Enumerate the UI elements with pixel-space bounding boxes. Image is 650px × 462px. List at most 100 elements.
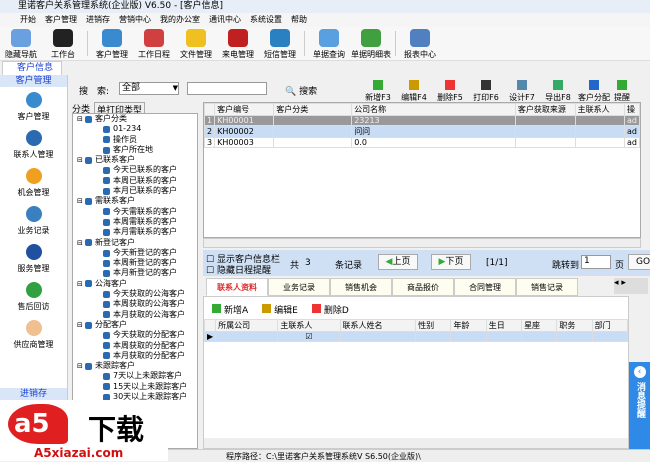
tree-node[interactable]: ⊟ 公海客户 bbox=[73, 279, 197, 289]
sidebar-item[interactable]: 售后回访 bbox=[0, 277, 67, 315]
column-header[interactable] bbox=[203, 103, 216, 116]
tree-node[interactable]: 本月新登记的客户 bbox=[73, 268, 197, 278]
tree-node[interactable]: 本周已联系的客户 bbox=[73, 176, 197, 186]
sidebar-item[interactable]: 业务记录 bbox=[0, 201, 67, 239]
table-row[interactable]: 3 KH00003 0.0 ad bbox=[203, 137, 641, 148]
menu-item[interactable]: 帮助 bbox=[291, 13, 307, 27]
detail-tab[interactable]: 商品报价 bbox=[392, 278, 454, 296]
detail-horizontal-scrollbar[interactable] bbox=[204, 438, 628, 448]
column-header[interactable]: 客户获取来源 bbox=[514, 103, 576, 116]
menu-item[interactable]: 系统设置 bbox=[250, 13, 282, 27]
toolbar-button[interactable]: 来电管理 bbox=[217, 27, 259, 60]
tree-node[interactable]: ⊟ 未跟踪客户 bbox=[73, 361, 197, 371]
tree-node[interactable]: 01-234 bbox=[73, 124, 197, 134]
toolbar-button[interactable]: 单据明细表 bbox=[350, 27, 392, 60]
tree-node[interactable]: 本周获取的公海客户 bbox=[73, 299, 197, 309]
tab-scroll-buttons[interactable]: ◂ ▸ bbox=[614, 278, 648, 294]
detail-tab[interactable]: 联系人资料 bbox=[206, 278, 268, 296]
tree-node[interactable]: 本周获取的分配客户 bbox=[73, 341, 197, 351]
column-header[interactable]: 生日 bbox=[485, 319, 523, 332]
action-button[interactable]: 导出F8 bbox=[540, 80, 576, 103]
column-header[interactable]: 年龄 bbox=[450, 319, 487, 332]
column-header[interactable]: 操 bbox=[623, 103, 641, 116]
tree-node[interactable]: 7天以上未跟踪客户 bbox=[73, 371, 197, 381]
next-page-button[interactable]: ▶下页 bbox=[431, 254, 471, 270]
action-button[interactable]: 打印F6 bbox=[468, 80, 504, 103]
message-panel-toggle[interactable]: ‹ 消息提醒 bbox=[629, 362, 650, 450]
sidebar-item[interactable]: 供应商管理 bbox=[0, 315, 67, 353]
toolbar-button[interactable]: 工作台 bbox=[42, 27, 84, 60]
action-button[interactable]: 设计F7 bbox=[504, 80, 540, 103]
action-button[interactable]: 删除F5 bbox=[432, 80, 468, 103]
toolbar-button[interactable]: 短信管理 bbox=[259, 27, 301, 60]
detail-action-button[interactable]: 删除D bbox=[311, 303, 349, 316]
toolbar-button[interactable]: 隐藏导航 bbox=[0, 27, 42, 60]
tree-node[interactable]: ⊟ 已联系客户 bbox=[73, 155, 197, 165]
toolbar-button[interactable]: 文件管理 bbox=[175, 27, 217, 60]
sidebar-item[interactable]: 客户管理 bbox=[0, 87, 67, 125]
sidebar-item[interactable]: 机会管理 bbox=[0, 163, 67, 201]
sidebar-footer[interactable]: 进销存 bbox=[0, 388, 67, 400]
column-header[interactable]: 联系人姓名 bbox=[339, 319, 417, 332]
column-header[interactable]: 主联系人 bbox=[574, 103, 625, 116]
search-button[interactable]: 🔍 搜索 bbox=[285, 84, 317, 97]
tree-node[interactable]: 本周新登记的客户 bbox=[73, 258, 197, 268]
action-button[interactable]: 提醒 bbox=[612, 80, 632, 103]
detail-action-button[interactable]: 新增A bbox=[212, 303, 248, 316]
tree-node[interactable]: 本月已联系的客户 bbox=[73, 186, 197, 196]
tree-node[interactable]: 今天已联系的客户 bbox=[73, 165, 197, 175]
toolbar-button[interactable]: 报表中心 bbox=[399, 27, 441, 60]
toolbar-button[interactable]: 客户管理 bbox=[91, 27, 133, 60]
column-header[interactable]: 主联系人 bbox=[277, 319, 341, 332]
column-header[interactable]: 星座 bbox=[521, 319, 558, 332]
table-row[interactable]: 1 KH00001 23213 ad bbox=[203, 115, 641, 126]
tree-node[interactable]: 本月获取的公海客户 bbox=[73, 310, 197, 320]
detail-tab[interactable]: 业务记录 bbox=[268, 278, 330, 296]
search-input[interactable] bbox=[187, 82, 267, 95]
tree-node[interactable]: 今天需联系的客户 bbox=[73, 207, 197, 217]
tree-node[interactable]: 本周需联系的客户 bbox=[73, 217, 197, 227]
column-header[interactable]: 客户编号 bbox=[214, 103, 275, 116]
sidebar-item[interactable]: 联系人管理 bbox=[0, 125, 67, 163]
column-header[interactable]: 部门 bbox=[591, 319, 629, 332]
menu-item[interactable]: 客户管理 bbox=[45, 13, 77, 27]
tab-customer-info[interactable]: 客户信息 × bbox=[2, 61, 62, 86]
column-header[interactable]: 客户分类 bbox=[273, 103, 353, 116]
detail-tab[interactable]: 销售机会 bbox=[330, 278, 392, 296]
column-header[interactable]: 职务 bbox=[556, 319, 593, 332]
tree-node[interactable]: 本月需联系的客户 bbox=[73, 227, 197, 237]
column-header[interactable]: 性别 bbox=[415, 319, 452, 332]
tree-node[interactable]: ⊟ 客户分类 bbox=[73, 114, 197, 124]
tree-node[interactable]: ⊟ 新登记客户 bbox=[73, 238, 197, 248]
go-button[interactable]: GO bbox=[628, 254, 650, 270]
detail-tab[interactable]: 销售记录 bbox=[516, 278, 578, 296]
menu-item[interactable]: 通讯中心 bbox=[209, 13, 241, 27]
table-row[interactable]: 2 KH00002 问问 ad bbox=[203, 125, 641, 138]
search-scope-select[interactable]: 全部 ▼ bbox=[119, 82, 179, 95]
tree-node[interactable]: 今天新登记的客户 bbox=[73, 248, 197, 258]
jump-page-input[interactable]: 1 bbox=[581, 255, 611, 269]
detail-action-button[interactable]: 编辑E bbox=[262, 303, 298, 316]
tree-node[interactable]: 今天获取的公海客户 bbox=[73, 289, 197, 299]
column-header[interactable]: 公司名称 bbox=[351, 103, 516, 116]
menu-item[interactable]: 我的办公室 bbox=[160, 13, 200, 27]
menu-item[interactable]: 开始 bbox=[20, 13, 36, 27]
column-header[interactable]: 所属公司 bbox=[215, 319, 279, 332]
action-button[interactable]: 新增F3 bbox=[360, 80, 396, 103]
detail-tab[interactable]: 合同管理 bbox=[454, 278, 516, 296]
grid-horizontal-scrollbar[interactable] bbox=[203, 238, 641, 248]
sidebar-item[interactable]: 服务管理 bbox=[0, 239, 67, 277]
tree-node[interactable]: 本月获取的分配客户 bbox=[73, 351, 197, 361]
action-button[interactable]: 客户分配 bbox=[576, 80, 612, 103]
tree-node[interactable]: ⊟ 分配客户 bbox=[73, 320, 197, 330]
menu-item[interactable]: 营销中心 bbox=[119, 13, 151, 27]
tree-node[interactable]: 15天以上未跟踪客户 bbox=[73, 382, 197, 392]
menu-item[interactable]: 进销存 bbox=[86, 13, 110, 27]
sidebar-header[interactable]: 客户管理 bbox=[0, 75, 67, 87]
tree-node[interactable]: ⊟ 需联系客户 bbox=[73, 196, 197, 206]
action-button[interactable]: 编辑F4 bbox=[396, 80, 432, 103]
prev-page-button[interactable]: ◀上页 bbox=[378, 254, 418, 270]
toolbar-button[interactable]: 工作日程 bbox=[133, 27, 175, 60]
tree-node[interactable]: 操作员 bbox=[73, 135, 197, 145]
toolbar-button[interactable]: 单据查询 bbox=[308, 27, 350, 60]
